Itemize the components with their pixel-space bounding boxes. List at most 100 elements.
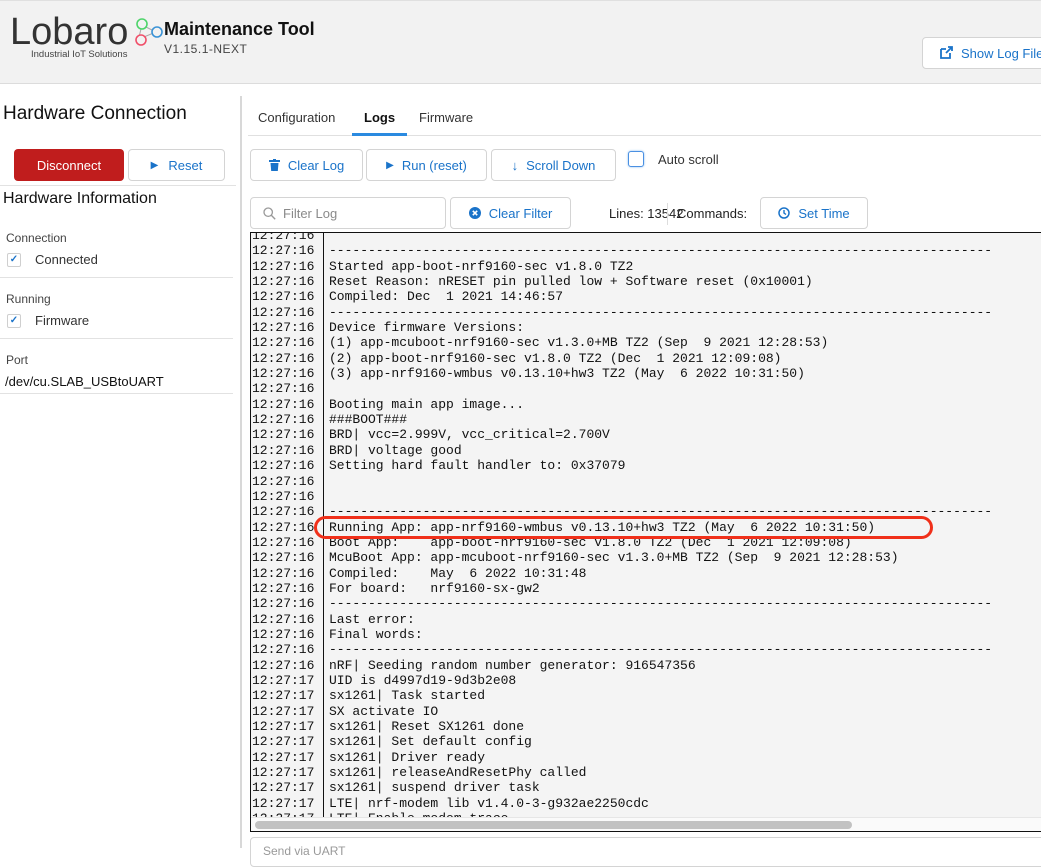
log-row: 12:27:16 --------------------------------… xyxy=(251,504,1041,520)
log-timestamp: 12:27:16 xyxy=(251,473,324,489)
log-message: SX activate IO xyxy=(329,703,439,719)
send-uart-input[interactable]: Send via UART xyxy=(250,837,1041,867)
filter-log-field[interactable] xyxy=(250,197,446,229)
log-timestamp: 12:27:16 xyxy=(251,233,324,244)
run-reset-button[interactable]: ▶ Run (reset) xyxy=(366,149,487,181)
log-timestamp: 12:27:16 xyxy=(251,626,324,643)
log-timestamp: 12:27:16 xyxy=(251,596,324,612)
log-row: 12:27:17 sx1261| releaseAndResetPhy calle… xyxy=(251,765,1041,781)
log-message: For board: nrf9160-sx-gw2 xyxy=(329,580,540,596)
log-message: Compiled: May 6 2022 10:31:48 xyxy=(329,565,587,581)
divider xyxy=(0,393,233,394)
log-message: UID is d4997d19-9d3b2e08 xyxy=(329,672,517,688)
log-row: 12:27:16 For board: nrf9160-sx-gw2 xyxy=(251,580,1041,597)
log-timestamp: 12:27:16 xyxy=(251,642,324,658)
log-message: Setting hard fault handler to: 0x37079 xyxy=(329,458,626,474)
scrollbar-thumb[interactable] xyxy=(255,821,852,829)
log-row: 12:27:16 Final words: xyxy=(251,626,1041,643)
log-output[interactable]: 12:27:16 12:27:16 ------------------------… xyxy=(250,232,1041,832)
log-message: BRD| vcc=2.999V, vcc_critical=2.700V xyxy=(329,427,610,443)
log-timestamp: 12:27:16 xyxy=(251,366,324,382)
log-message xyxy=(324,474,329,489)
log-message: ----------------------------------------… xyxy=(329,504,993,520)
log-row: 12:27:16 (1) app-mcuboot-nrf9160-sec v1.3… xyxy=(251,335,1041,351)
log-message: Device firmware Versions: xyxy=(329,320,525,336)
log-message: sx1261| Driver ready xyxy=(329,749,486,765)
firmware-checkbox: ✓ xyxy=(7,313,21,328)
divider xyxy=(0,185,236,186)
log-message: ----------------------------------------… xyxy=(329,304,993,320)
running-label: Running xyxy=(6,292,51,306)
auto-scroll-toggle[interactable]: Auto scroll xyxy=(628,151,719,167)
log-message: sx1261| Task started xyxy=(329,688,486,704)
log-timestamp: 12:27:16 xyxy=(251,412,324,428)
external-link-icon xyxy=(940,46,953,59)
show-log-file-button[interactable]: Show Log File xyxy=(922,37,1041,69)
log-timestamp: 12:27:16 xyxy=(251,657,324,673)
clear-filter-button[interactable]: Clear Filter xyxy=(450,197,571,229)
auto-scroll-checkbox[interactable] xyxy=(628,151,644,167)
tab-firmware[interactable]: Firmware xyxy=(419,110,473,125)
log-row: 12:27:16 Device firmware Versions: xyxy=(251,320,1041,336)
app-title: Maintenance Tool xyxy=(164,19,315,39)
log-message xyxy=(324,233,329,243)
log-message: (1) app-mcuboot-nrf9160-sec v1.3.0+MB TZ… xyxy=(329,335,829,351)
reset-button[interactable]: ▶ Reset xyxy=(128,149,225,181)
log-message: McuBoot App: app-mcuboot-nrf9160-sec v1.… xyxy=(329,550,899,566)
clear-log-button[interactable]: Clear Log xyxy=(250,149,363,181)
log-row: 12:27:16 xyxy=(251,381,1041,397)
log-row: 12:27:16 nRF| Seeding random number gener… xyxy=(251,657,1041,673)
log-message: (3) app-nrf9160-wmbus v0.13.10+hw3 TZ2 (… xyxy=(329,366,805,382)
horizontal-scrollbar[interactable] xyxy=(251,817,1041,831)
log-row: 12:27:16 --------------------------------… xyxy=(251,304,1041,321)
log-message: nRF| Seeding random number generator: 91… xyxy=(329,657,696,673)
connected-value: Connected xyxy=(35,252,98,267)
log-timestamp: 12:27:17 xyxy=(251,672,324,689)
log-timestamp: 12:27:16 xyxy=(251,427,324,443)
log-row: 12:27:16 BRD| vcc=2.999V, vcc_critical=2.… xyxy=(251,427,1041,443)
clear-log-label: Clear Log xyxy=(287,157,345,173)
log-message: Last error: xyxy=(329,611,415,627)
log-row: 12:27:16 ###BOOT### xyxy=(251,412,1041,428)
clear-filter-label: Clear Filter xyxy=(488,205,553,221)
active-tab-indicator xyxy=(352,133,407,136)
logo-network-icon xyxy=(135,18,163,46)
log-timestamp: 12:27:16 xyxy=(251,565,324,581)
tab-logs[interactable]: Logs xyxy=(364,110,395,125)
log-message xyxy=(324,381,329,396)
run-reset-label: Run (reset) xyxy=(401,157,467,173)
clear-circle-icon xyxy=(468,207,481,219)
log-row: 12:27:16 xyxy=(251,488,1041,505)
tab-configuration[interactable]: Configuration xyxy=(258,110,335,125)
log-message: ----------------------------------------… xyxy=(329,642,993,658)
auto-scroll-label: Auto scroll xyxy=(658,151,719,167)
show-log-file-label: Show Log File xyxy=(961,45,1041,61)
hardware-connection-title: Hardware Connection xyxy=(3,103,187,124)
log-timestamp: 12:27:16 xyxy=(251,304,324,321)
log-timestamp: 12:27:17 xyxy=(251,734,324,750)
commands-label: Commands: xyxy=(677,206,748,221)
set-time-button[interactable]: Set Time xyxy=(760,197,868,229)
search-icon xyxy=(263,206,276,220)
log-timestamp: 12:27:16 xyxy=(251,381,324,397)
filter-log-input[interactable] xyxy=(283,205,433,221)
log-lines: 12:27:16 12:27:16 ------------------------… xyxy=(251,233,1041,827)
log-row: 12:27:17 LTE| nrf-modem lib v1.4.0-3-g932… xyxy=(251,795,1041,812)
logo-tagline: Industrial IoT Solutions xyxy=(31,49,128,60)
clock-icon xyxy=(778,207,791,219)
app-header: Lobaro Industrial IoT Solutions Maintena… xyxy=(0,0,1041,84)
log-message: LTE| nrf-modem lib v1.4.0-3-g932ae2250cd… xyxy=(329,795,649,811)
logo-wordmark: Lobaro xyxy=(10,11,129,53)
log-row: 12:27:16 Compiled: Dec 1 2021 14:46:57 xyxy=(251,289,1041,305)
lines-count: Lines: 13542 xyxy=(609,206,684,221)
hardware-information-title: Hardware Information xyxy=(3,190,157,207)
log-timestamp: 12:27:16 xyxy=(251,504,324,520)
disconnect-button[interactable]: Disconnect xyxy=(14,149,124,181)
scroll-down-button[interactable]: ↓ Scroll Down xyxy=(491,149,616,181)
set-time-label: Set Time xyxy=(798,205,850,221)
log-timestamp: 12:27:17 xyxy=(251,703,324,719)
log-timestamp: 12:27:17 xyxy=(251,780,324,796)
arrow-down-icon: ↓ xyxy=(511,157,519,173)
log-timestamp: 12:27:16 xyxy=(251,243,324,259)
log-timestamp: 12:27:16 xyxy=(251,534,324,551)
